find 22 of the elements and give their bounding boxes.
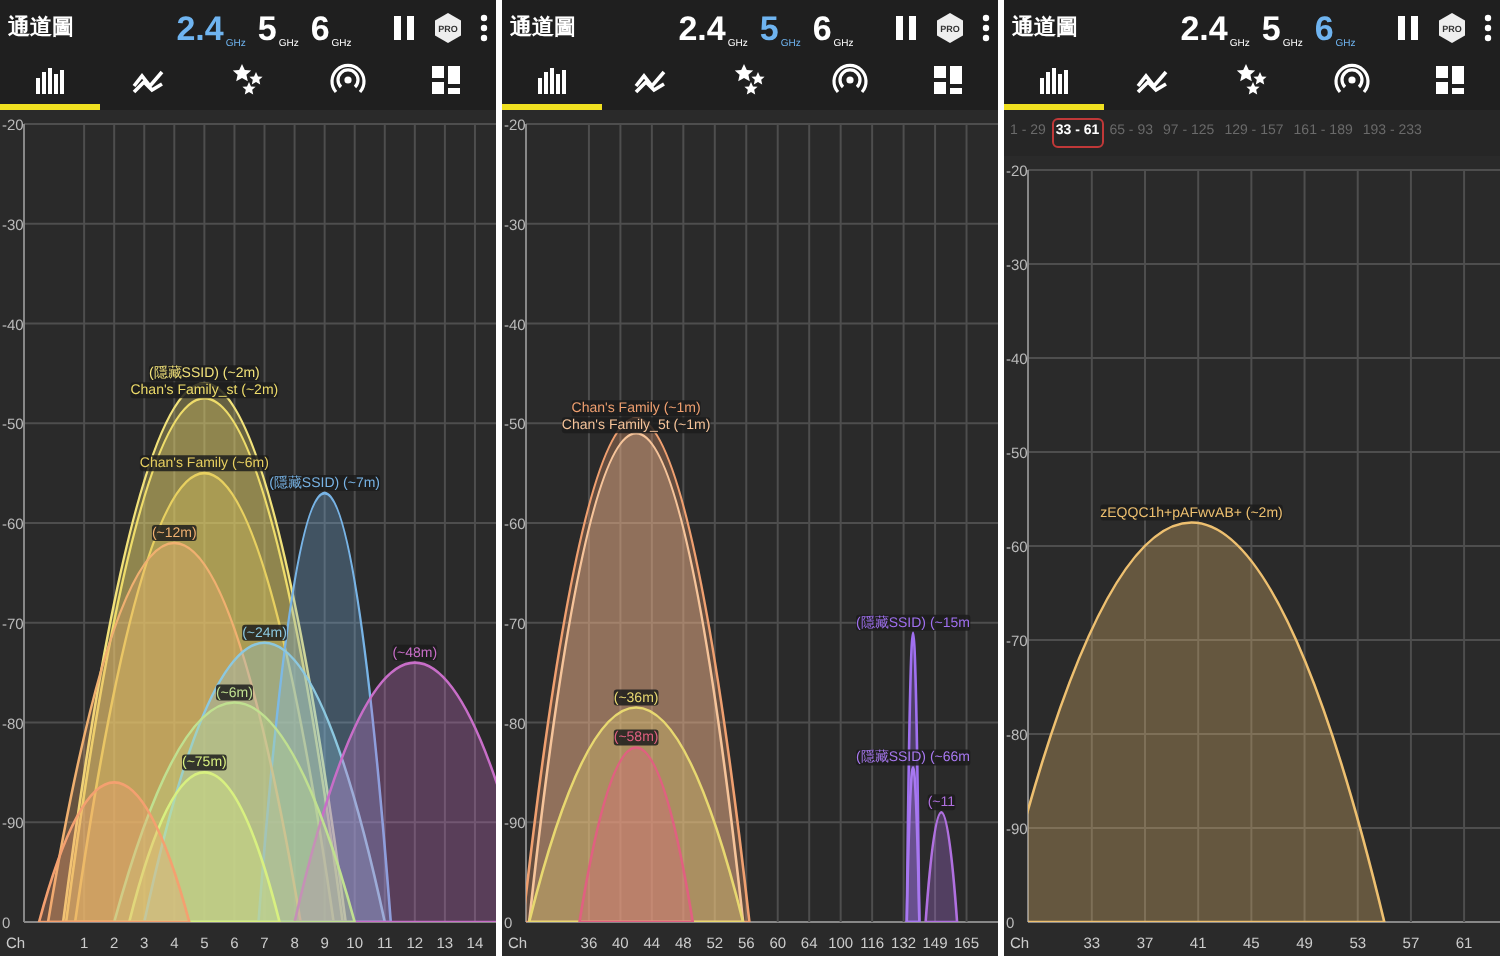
screen-title: 通道圖: [8, 13, 76, 44]
dashboard-icon: [930, 62, 967, 98]
signal-rings-icon: [831, 62, 868, 98]
stars-icon: [731, 62, 768, 98]
bar-chart-icon: [533, 62, 570, 98]
more-options-icon[interactable]: [982, 14, 990, 42]
more-options-icon[interactable]: [480, 14, 488, 42]
signal-rings-icon: [1333, 62, 1370, 98]
pause-button[interactable]: [392, 14, 416, 42]
bar-chart-icon: [1035, 62, 1072, 98]
bar-chart-icon: [31, 62, 68, 98]
signal-curve: [924, 811, 959, 922]
dashboard-icon: [1432, 62, 1469, 98]
screen-title: 通道圖: [510, 13, 578, 44]
signal-rings-icon: [329, 62, 366, 98]
stars-icon: [1233, 62, 1270, 98]
pause-button[interactable]: [894, 14, 918, 42]
stars-icon: [229, 62, 266, 98]
pause-button[interactable]: [1396, 14, 1420, 42]
dashboard-icon: [428, 62, 465, 98]
more-options-icon[interactable]: [1484, 14, 1492, 42]
screen-title: 通道圖: [1012, 13, 1080, 44]
